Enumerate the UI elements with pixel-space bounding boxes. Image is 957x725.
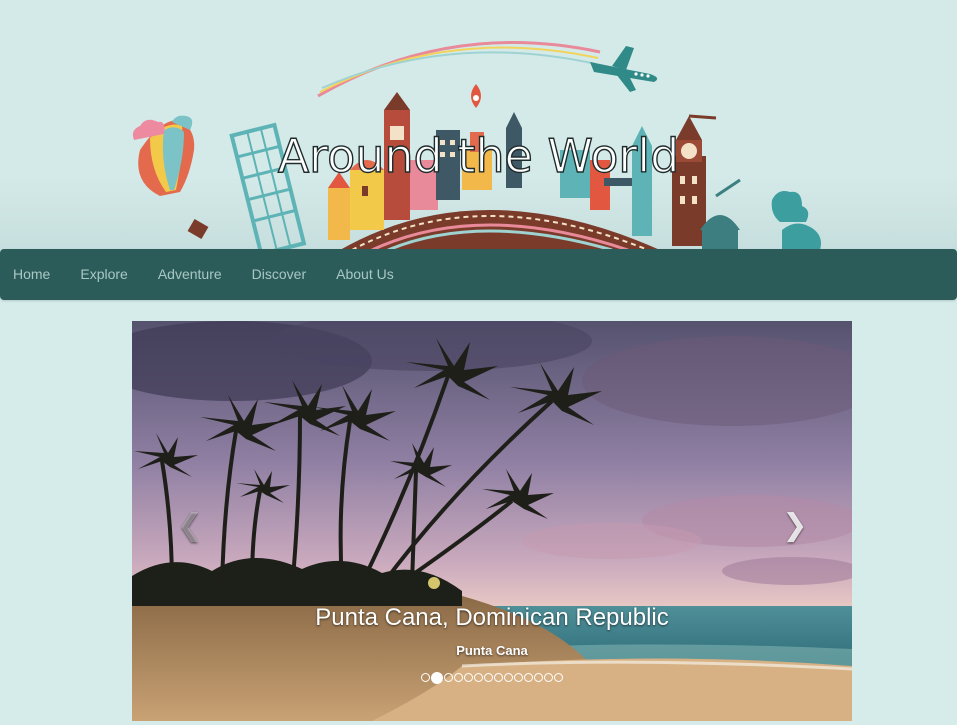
- carousel-indicator-dot[interactable]: [554, 673, 563, 682]
- nav-item-discover[interactable]: Discover: [237, 249, 321, 300]
- site-title: Around the World: [277, 128, 680, 183]
- header-banner: Around the World: [0, 0, 957, 250]
- nav-item-adventure[interactable]: Adventure: [143, 249, 237, 300]
- carousel-indicator-dot[interactable]: [431, 671, 443, 684]
- carousel-indicator-dot[interactable]: [524, 673, 533, 682]
- nav-item-explore[interactable]: Explore: [65, 249, 142, 300]
- carousel-indicator-dot[interactable]: [534, 673, 543, 682]
- chevron-right-icon: ❯: [782, 508, 808, 543]
- chevron-left-icon: ❮: [177, 508, 203, 543]
- carousel-indicator-dot[interactable]: [444, 673, 453, 682]
- world-landmarks-illustration: [132, 41, 821, 250]
- carousel-indicator-dot[interactable]: [544, 673, 553, 682]
- carousel-indicator-dot[interactable]: [464, 673, 473, 682]
- image-carousel: ❮ ❯ Punta Cana, Dominican Republic Punta…: [132, 321, 852, 721]
- nav-list: Home Explore Adventure Discover About Us: [0, 249, 957, 300]
- slide-title: Punta Cana, Dominican Republic: [315, 604, 669, 631]
- carousel-indicator-dot[interactable]: [494, 673, 503, 682]
- carousel-indicator-dot[interactable]: [474, 673, 483, 682]
- slide-subtitle: Punta Cana: [456, 643, 528, 658]
- main-navbar: Home Explore Adventure Discover About Us: [0, 249, 957, 300]
- nav-item-home[interactable]: Home: [0, 249, 65, 300]
- carousel-indicator-dot[interactable]: [504, 673, 513, 682]
- beach-palm-trees-photo: [132, 321, 852, 721]
- carousel-prev-button[interactable]: ❮: [175, 511, 205, 541]
- carousel-next-button[interactable]: ❯: [780, 511, 810, 541]
- carousel-indicator-dot[interactable]: [454, 673, 463, 682]
- carousel-indicator-dot[interactable]: [421, 673, 430, 682]
- nav-item-about-us[interactable]: About Us: [321, 249, 409, 300]
- carousel-indicators: [132, 671, 852, 684]
- page: Around the World Home Explore Adventure …: [0, 0, 957, 725]
- carousel-indicator-dot[interactable]: [484, 673, 493, 682]
- carousel-indicator-dot[interactable]: [514, 673, 523, 682]
